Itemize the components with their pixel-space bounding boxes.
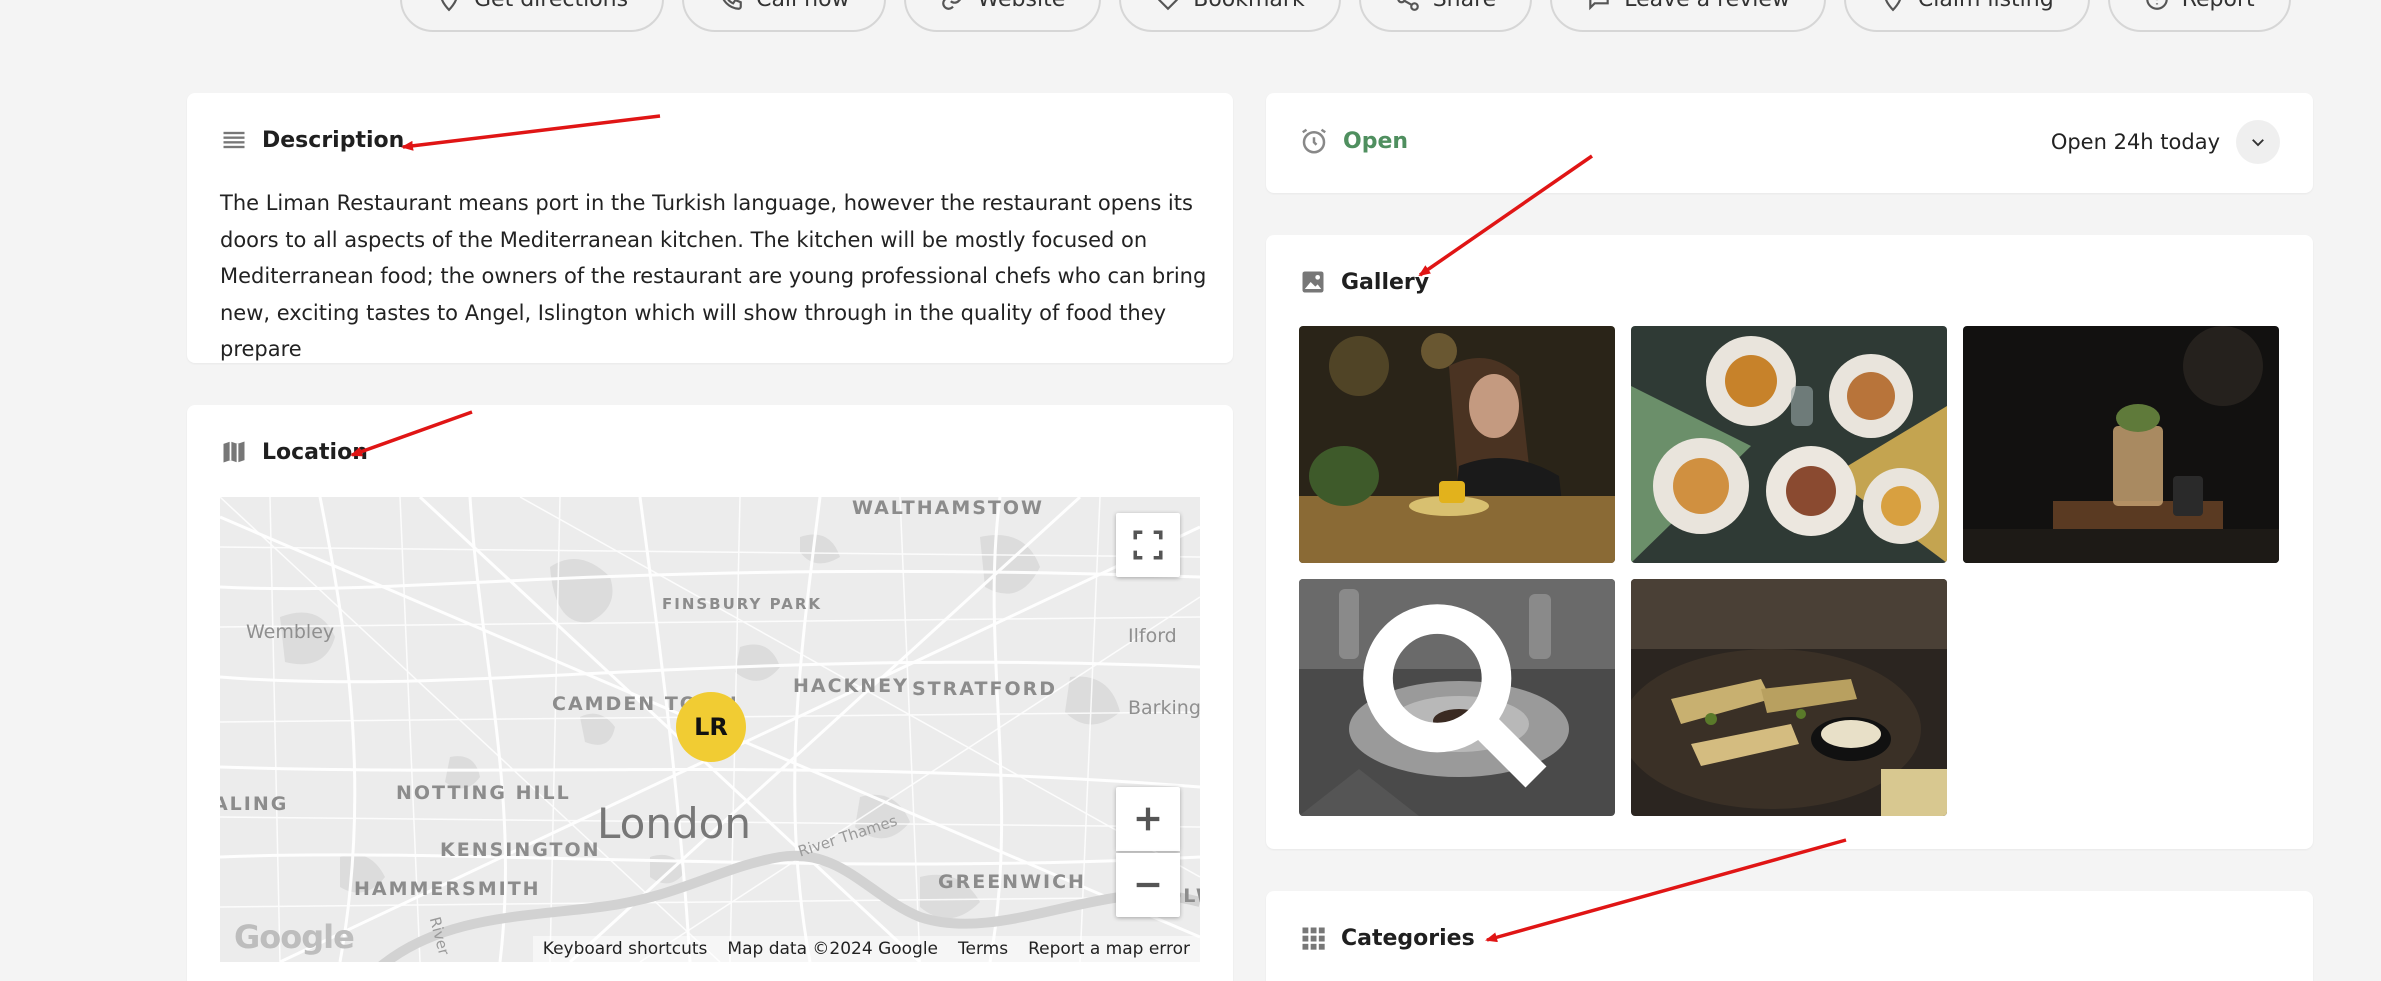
map-label-hackney: HACKNEY [793,675,909,697]
description-title: Description [262,127,405,153]
gallery-image-5[interactable] [1631,579,1947,816]
map-label-barking: Barking [1128,697,1200,719]
categories-header: Categories [1299,924,1475,952]
report-button[interactable]: Report [2107,0,2291,32]
map-label-ilford: Ilford [1128,625,1177,647]
cocktail-photo [1963,326,2279,563]
fullscreen-icon [1133,530,1163,560]
gallery-title: Gallery [1341,269,1430,295]
map-label-london: London [597,799,751,848]
keyboard-shortcuts-link[interactable]: Keyboard shortcuts [543,939,708,959]
call-now-label: Call now [756,0,849,12]
map-fullscreen-button[interactable] [1116,513,1180,577]
chevron-down-icon [2252,139,2264,147]
report-label: Report [2182,0,2255,12]
hours-status: Open [1299,126,1408,156]
leave-review-label: Leave a review [1624,0,1790,12]
share-button[interactable]: Share [1358,0,1533,32]
bookmark-label: Bookmark [1193,0,1304,12]
gallery-card: Gallery [1266,235,2313,849]
hours-card: Open Open 24h today [1266,93,2313,193]
chat-icon [1589,0,1609,11]
website-label: Website [978,0,1066,12]
description-text: The Liman Restaurant means port in the T… [220,191,1207,361]
grilled-food-photo [1631,579,1947,816]
map-label-hammersmith: HAMMERSMITH [354,878,541,900]
restaurant-map-marker[interactable]: LR [676,692,746,762]
link-icon [941,0,961,10]
grid-icon [1302,927,1325,950]
description-card: Description The Liman Restaurant means p… [187,93,1233,363]
gallery-image-1[interactable] [1299,326,1615,563]
map-label-ealing: EALING [220,793,289,815]
map-label-wembley: Wembley [246,621,335,643]
map-marker-text: LR [694,713,728,741]
gallery-grid [1299,326,2279,816]
plus-icon [1136,807,1160,831]
categories-title: Categories [1341,925,1475,951]
gallery-image-2[interactable] [1631,326,1947,563]
map-data-text: Map data ©2024 Google [727,939,939,959]
table-food-plates-photo [1631,326,1947,563]
hours-summary-text: Open 24h today [2050,130,2220,154]
gallery-header: Gallery [1299,268,1429,296]
leave-review-button[interactable]: Leave a review [1550,0,1826,32]
woman-dining-photo [1299,326,1615,563]
claim-listing-label: Claim listing [1918,0,2054,12]
map-label-kensington: KENSINGTON [440,839,601,861]
share-icon [1396,0,1419,11]
minus-icon [1136,882,1160,888]
map-zoom-in-button[interactable] [1116,787,1180,851]
location-map[interactable]: WALTHAMSTOW FINSBURY PARK Wembley Ilford… [220,497,1200,962]
phone-icon [722,0,742,10]
share-label: Share [1433,0,1497,12]
description-header: Description [220,126,404,154]
open-status-label: Open [1343,128,1409,154]
map-footer: Keyboard shortcuts Map data ©2024 Google… [532,936,1200,962]
heart-icon [1158,0,1179,11]
claim-listing-button[interactable]: Claim listing [1843,0,2090,32]
zoom-search-icon [1363,603,1547,787]
hours-expand-button[interactable] [2236,120,2280,164]
location-header: Location [220,438,368,466]
hours-summary[interactable]: Open 24h today [2051,120,2280,164]
map-label-finsbury-park: FINSBURY PARK [662,595,823,613]
get-directions-button[interactable]: Get directions [400,0,665,32]
website-button[interactable]: Website [903,0,1102,32]
map-icon [223,441,245,463]
gallery-image-3[interactable] [1963,326,2279,563]
bookmark-button[interactable]: Bookmark [1119,0,1341,32]
map-label-notting-hill: NOTTING HILL [396,782,571,804]
map-pin-icon [1884,0,1901,12]
google-logo: Google [234,918,355,956]
terms-link[interactable]: Terms [958,939,1008,959]
map-label-greenwich: GREENWICH [938,871,1086,893]
alarm-clock-icon [1302,128,1326,154]
get-directions-label: Get directions [474,0,628,12]
categories-card: Categories [1266,891,2313,981]
map-zoom-out-button[interactable] [1116,853,1180,917]
location-title: Location [262,439,368,465]
map-label-walthamstow: WALTHAMSTOW [852,497,1044,519]
call-now-button[interactable]: Call now [682,0,886,32]
listing-actions: Get directions Call now Website Bookmark… [400,0,2291,32]
report-map-error-link[interactable]: Report a map error [1028,939,1190,959]
map-label-stratford: STRATFORD [912,678,1057,700]
alert-icon [2145,0,2168,10]
image-icon [1302,271,1324,293]
text-lines-icon [223,131,245,149]
map-pin-icon [440,0,458,12]
gallery-image-4[interactable] [1299,579,1615,816]
location-card: Location WALTHAMSTOW FINSBURY PARK Wembl… [187,405,1233,981]
